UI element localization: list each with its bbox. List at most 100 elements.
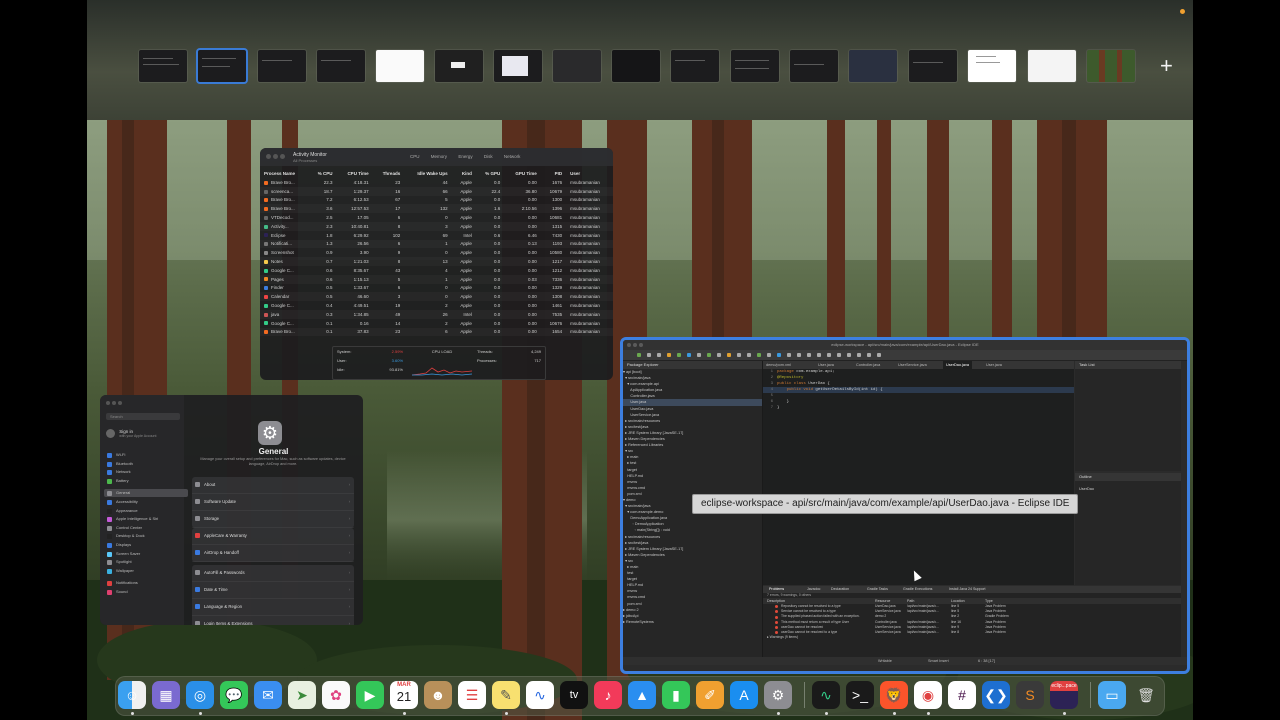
toolbar-button-icon[interactable] [857, 353, 861, 357]
table-row[interactable]: Calendar 0.5 46.60 3 0 Apple 0.0 0.00 1308 msubra… [260, 292, 613, 301]
editor-tab[interactable]: User.java [815, 361, 837, 369]
sidebar-item[interactable]: Network [104, 468, 188, 476]
bottom-tab[interactable]: Javadoc [807, 586, 820, 593]
toolbar-button-icon[interactable] [837, 353, 841, 357]
settings-search-input[interactable]: Search [106, 413, 180, 420]
toolbar-button-icon[interactable] [717, 353, 721, 357]
bottom-tab[interactable]: Declaration [831, 586, 849, 593]
editor-tab[interactable]: demo/pom.xml [763, 361, 794, 369]
table-row[interactable]: Brave Bro... 22.3 4:18.31 23 44 Apple 0.0 0.00 1… [260, 178, 613, 187]
activity-monitor-window[interactable]: Activity Monitor All Processes CPU Memor… [260, 148, 613, 380]
sidebar-item[interactable]: Control Center [104, 524, 188, 532]
task-list-tab[interactable]: Task List [1075, 361, 1181, 369]
column-header[interactable]: Idle Wake Ups [404, 168, 451, 178]
settings-row[interactable]: Date & Time › [192, 582, 354, 599]
toolbar-button-icon[interactable] [727, 353, 731, 357]
toolbar-button-icon[interactable] [747, 353, 751, 357]
toolbar-button-icon[interactable] [677, 353, 681, 357]
outline-tab[interactable]: Outline [1075, 473, 1181, 481]
sidebar-item[interactable]: Displays [104, 541, 188, 549]
settings-row[interactable]: About › [192, 477, 354, 494]
bottom-tab[interactable]: Install Java 24 Support [949, 586, 986, 593]
bottom-tab[interactable]: Gradle Tasks [867, 586, 888, 593]
activity-monitor-icon[interactable]: ∿ [812, 681, 840, 709]
table-row[interactable]: Brave Bro... 7.2 6:12.53 67 5 Apple 0.0 0.00 130… [260, 196, 613, 205]
package-explorer-tab[interactable]: Package Explorer [623, 361, 762, 369]
notes-icon[interactable]: ✎ [492, 681, 520, 709]
sidebar-item[interactable]: Bluetooth [104, 460, 188, 468]
brave-icon[interactable]: 🦁 [880, 681, 908, 709]
window-controls[interactable] [266, 154, 287, 160]
sidebar-item[interactable]: Notifications [104, 579, 188, 587]
toolbar-button-icon[interactable] [657, 353, 661, 357]
music-icon[interactable]: ♪ [594, 681, 622, 709]
sublime-icon[interactable]: S [1016, 681, 1044, 709]
table-row[interactable]: Google C... 0.6 8:35.67 43 4 Apple 0.0 0.00 1212… [260, 266, 613, 275]
freeform-icon[interactable]: ∿ [526, 681, 554, 709]
messages-icon[interactable]: 💬 [220, 681, 248, 709]
launchpad-icon[interactable]: ▦ [152, 681, 180, 709]
tv-icon[interactable]: tv [560, 681, 588, 709]
settings-row[interactable]: Login Items & Extensions › [192, 616, 354, 625]
activity-monitor-tabs[interactable]: CPU Memory Energy Disk Network [410, 154, 530, 159]
toolbar-button-icon[interactable] [817, 353, 821, 357]
column-header[interactable]: CPU Time [337, 168, 373, 178]
maps-icon[interactable]: ➤ [288, 681, 316, 709]
bottom-tabs[interactable]: Problems Javadoc Declaration Gradle Tasks Gr… [763, 586, 1181, 593]
add-space-button[interactable]: + [1160, 55, 1173, 77]
table-row[interactable]: Google C... 0.4 4:49.51 19 2 Apple 0.0 0.00 1461… [260, 301, 613, 310]
toolbar-button-icon[interactable] [687, 353, 691, 357]
sidebar-item[interactable]: Wi-Fi [104, 451, 188, 459]
toolbar-button-icon[interactable] [797, 353, 801, 357]
outline-view[interactable]: Outline UserDao [1075, 473, 1181, 585]
sidebar-item[interactable]: Wallpaper [104, 567, 188, 575]
sidebar-item[interactable]: Battery [104, 477, 188, 485]
space-thumbnail-1[interactable] [139, 50, 187, 82]
contacts-icon[interactable]: ☻ [424, 681, 452, 709]
space-thumbnail-3[interactable] [258, 50, 306, 82]
keynote-icon[interactable]: ▲ [628, 681, 656, 709]
space-thumbnail-16[interactable] [1028, 50, 1076, 82]
eclipse-titlebar[interactable]: eclipse-workspace - api/src/main/java/co… [623, 340, 1187, 350]
tab-network[interactable]: Network [504, 154, 521, 159]
sidebar-item[interactable]: Desktop & Dock [104, 532, 188, 540]
toolbar-button-icon[interactable] [787, 353, 791, 357]
editor-tab[interactable]: UserService.java [895, 361, 930, 369]
settings-row[interactable]: Storage › [192, 511, 354, 528]
toolbar-button-icon[interactable] [767, 353, 771, 357]
toolbar-button-icon[interactable] [707, 353, 711, 357]
toolbar-button-icon[interactable] [827, 353, 831, 357]
settings-row[interactable]: AirDrop & Handoff › [192, 545, 354, 562]
photos-icon[interactable]: ✿ [322, 681, 350, 709]
chrome-icon[interactable]: ◉ [914, 681, 942, 709]
tab-memory[interactable]: Memory [431, 154, 447, 159]
system-settings-window[interactable]: Search Sign in with your Apple Account W… [100, 395, 363, 625]
space-thumbnail-4[interactable] [317, 50, 365, 82]
space-thumbnail-13[interactable] [849, 50, 897, 82]
toolbar-button-icon[interactable] [877, 353, 881, 357]
reminders-icon[interactable]: ☰ [458, 681, 486, 709]
safari-icon[interactable]: ◎ [186, 681, 214, 709]
table-row[interactable]: Brave Bro... 0.1 37.83 23 6 Apple 0.0 0.00 1654 m… [260, 328, 613, 337]
facetime-icon[interactable]: ▶ [356, 681, 384, 709]
table-row[interactable]: Eclipse 1.8 6:29.92 102 69 Intel 0.6 6.46 7430 ms… [260, 231, 613, 240]
settings-row[interactable]: AutoFill & Passwords › [192, 565, 354, 582]
sign-in-item[interactable]: Sign in with your Apple Account [106, 429, 156, 438]
warnings-row[interactable]: ▸ Warnings (9 items) [763, 635, 1181, 640]
toolbar-button-icon[interactable] [777, 353, 781, 357]
sidebar-item[interactable]: Accessibility [104, 498, 188, 506]
space-thumbnail-17[interactable] [1087, 50, 1135, 82]
column-header[interactable]: Threads [373, 168, 405, 178]
sidebar-item[interactable]: Spotlight [104, 558, 188, 566]
bottom-tab[interactable]: Problems [769, 586, 784, 593]
table-row[interactable]: VTDecod... 2.5 17.05 6 0 Apple 0.0 0.00 10681 msu… [260, 213, 613, 222]
tab-disk[interactable]: Disk [484, 154, 493, 159]
space-thumbnail-6[interactable] [435, 50, 483, 82]
app-store-icon[interactable]: A [730, 681, 758, 709]
table-row[interactable]: Google C... 0.1 0.16 14 2 Apple 0.0 0.00 10676 ms… [260, 319, 613, 328]
space-thumbnail-10[interactable] [671, 50, 719, 82]
sidebar-item[interactable]: Appearance [104, 507, 188, 515]
bottom-tab[interactable]: Gradle Executions [903, 586, 932, 593]
space-thumbnail-9[interactable] [612, 50, 660, 82]
settings-row[interactable]: Software Update › [192, 494, 354, 511]
